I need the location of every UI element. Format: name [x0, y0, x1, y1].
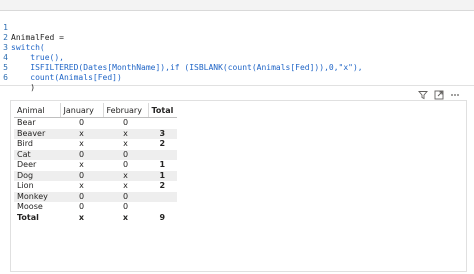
- row-animal: Moose: [17, 202, 43, 212]
- cell-february: 0: [122, 160, 129, 170]
- cell-january: x: [60, 128, 103, 139]
- cell-february: x: [123, 139, 128, 149]
- table-row: Moose 0 0: [14, 202, 177, 213]
- cell-february: x: [103, 170, 148, 181]
- table-row: Dog 0 x 1: [14, 170, 177, 181]
- row-animal: Lion: [17, 181, 34, 191]
- table-row: Lion x x 2: [14, 181, 177, 192]
- code-line: 4 ISFILTERED(Dates[MonthName]),if (ISBLA…: [0, 43, 474, 72]
- column-header-total[interactable]: Total: [147, 103, 177, 118]
- cell-january: 0: [60, 170, 103, 181]
- cell-january: 0: [60, 149, 103, 160]
- more-options-icon[interactable]: [450, 90, 460, 100]
- row-animal: Dog: [14, 170, 60, 181]
- cell-january: 0: [60, 191, 103, 202]
- cell-january: x: [79, 160, 84, 170]
- table-row: Beaver x x 3: [14, 128, 177, 139]
- row-animal: Cat: [14, 149, 60, 160]
- code-line: 3 true(),: [0, 33, 474, 62]
- column-header-animal[interactable]: Animal: [14, 103, 60, 118]
- cell-total: 1: [148, 170, 177, 181]
- cell-february: x: [103, 128, 148, 139]
- total-row: Total x x 9: [14, 213, 177, 224]
- header-row: Animal January February Total: [14, 103, 177, 118]
- cell-total: [148, 191, 177, 202]
- cell-february: 0: [103, 149, 148, 160]
- code-line: 6 ): [0, 63, 474, 92]
- table-row: Monkey 0 0: [14, 191, 177, 202]
- cell-total: 2: [159, 181, 166, 191]
- row-animal: Deer: [17, 160, 37, 170]
- total-february: x: [122, 212, 129, 222]
- matrix-table: Animal January February Total Bear 0 0 B…: [14, 103, 177, 223]
- visual-header-icons: [418, 90, 460, 100]
- column-header-january[interactable]: January: [59, 103, 103, 118]
- table-row: Bird x x 2: [14, 139, 177, 150]
- code-line: 1 AnimalFed =: [0, 13, 474, 42]
- cell-january: 0: [78, 202, 85, 212]
- cell-january: x: [79, 139, 84, 149]
- code-text: ): [11, 83, 36, 92]
- total-january: x: [78, 212, 85, 222]
- filter-icon[interactable]: [418, 90, 428, 100]
- code-text: count(Animals[Fed]): [11, 73, 122, 82]
- top-strip: [0, 0, 474, 11]
- dax-formula-editor[interactable]: 1 AnimalFed = 2 switch( 3 true(), 4 ISFI…: [0, 11, 474, 92]
- cell-total: 2: [159, 139, 166, 149]
- cell-total: [148, 202, 177, 213]
- cell-total: [148, 118, 177, 129]
- matrix-visual[interactable]: Animal January February Total Bear 0 0 B…: [10, 90, 467, 272]
- cell-total: 1: [159, 160, 166, 170]
- table-row: Cat 0 0: [14, 149, 177, 160]
- table-row: Deer x 0 1: [14, 160, 177, 171]
- row-animal: Bear: [17, 118, 36, 128]
- code-line: 2 switch(: [0, 23, 474, 52]
- cell-february: 0: [122, 118, 129, 128]
- grand-total: 9: [159, 212, 166, 222]
- code-line: 5 count(Animals[Fed]): [0, 53, 474, 82]
- row-animal: Bird: [17, 139, 33, 149]
- cell-february: 0: [103, 191, 148, 202]
- cell-january: x: [79, 181, 84, 191]
- total-row-label: Total: [17, 212, 39, 222]
- line-number: 6: [3, 73, 8, 82]
- cell-february: 0: [122, 202, 129, 212]
- table-row: Bear 0 0: [14, 118, 177, 129]
- cell-total: [148, 149, 177, 160]
- cell-february: x: [123, 181, 128, 191]
- column-header-february[interactable]: February: [102, 103, 148, 118]
- focus-mode-icon[interactable]: [434, 90, 444, 100]
- cell-total: 3: [148, 128, 177, 139]
- row-animal: Monkey: [14, 191, 60, 202]
- row-animal: Beaver: [14, 128, 60, 139]
- cell-january: 0: [78, 118, 85, 128]
